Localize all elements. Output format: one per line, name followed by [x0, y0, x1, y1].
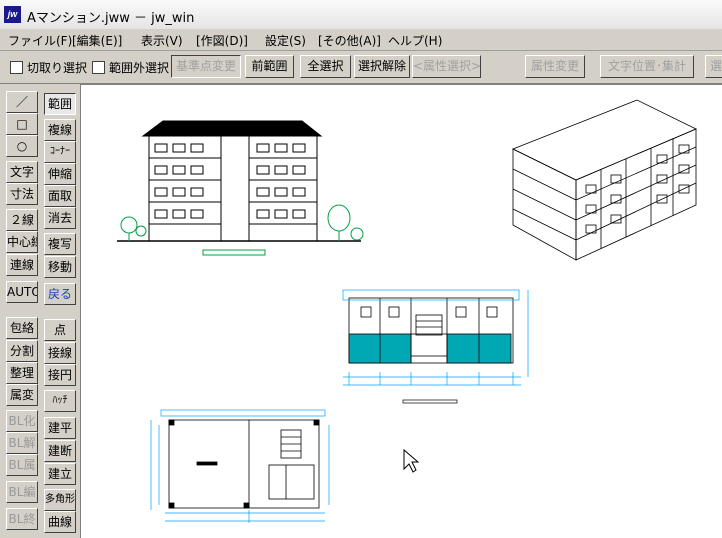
tool-chamfer[interactable]: 面取	[44, 185, 76, 207]
ground-floor-plan-drawing	[168, 419, 320, 509]
drawing-svg	[117, 99, 697, 523]
menu-view[interactable]: 表示(V)	[141, 32, 183, 49]
menu-settings[interactable]: 設定(S)	[265, 32, 306, 49]
tool-divide[interactable]: 分割	[6, 340, 38, 362]
tool-erase[interactable]: 消去	[44, 207, 76, 229]
tool-circle[interactable]: ○	[6, 135, 38, 157]
prev-range-button[interactable]: 前範囲	[245, 55, 294, 78]
drawing-canvas[interactable]	[80, 84, 722, 538]
tool-move[interactable]: 移動	[44, 256, 76, 278]
attr-select-button[interactable]: <属性選択>	[412, 55, 481, 78]
outside-select-checkbox[interactable]	[92, 61, 105, 74]
tool-double-line[interactable]: ２線	[6, 209, 38, 231]
tool-hatch[interactable]: ﾊｯﾁ	[44, 390, 76, 412]
floor-plan-drawing	[348, 297, 514, 364]
tool-continuous-line[interactable]: 連線	[6, 254, 38, 276]
tool-polygon[interactable]: 多角形	[44, 489, 76, 511]
clear-selection-button[interactable]: 選択解除	[354, 55, 410, 78]
tool-block-make[interactable]: BL化	[6, 410, 38, 432]
tool-point[interactable]: 点	[44, 319, 76, 341]
window-title: Aマンション.jww － jw_win	[27, 11, 195, 26]
tool-dimension[interactable]: 寸法	[6, 183, 38, 205]
tool-block-end[interactable]: BL終	[6, 508, 38, 530]
cut-end-button[interactable]: 選	[705, 55, 722, 78]
tool-auto[interactable]: AUTO	[6, 281, 38, 303]
menu-file[interactable]: ファイル(F)	[8, 32, 72, 49]
tool-block-edit[interactable]: BL編	[6, 481, 38, 503]
menu-edit[interactable]: [編集(E)]	[72, 32, 122, 49]
front-elevation-drawing	[117, 120, 361, 242]
tool-parallel[interactable]: 複線	[44, 119, 76, 141]
tool-block-release[interactable]: BL解	[6, 432, 38, 454]
menu-other[interactable]: [その他(A)]	[318, 32, 381, 49]
tool-palette: ／ □ ○ 文字 寸法 ２線 中心線 連線 AUTO 包絡 分割 整理 属変 B…	[0, 84, 80, 537]
tool-text[interactable]: 文字	[6, 161, 38, 183]
jw-app-icon: jw	[4, 6, 21, 23]
tool-building-section[interactable]: 建断	[44, 440, 76, 462]
isometric-building-drawing	[512, 99, 697, 261]
cut-select-label: 切取り選択	[27, 61, 88, 75]
base-point-button[interactable]: 基準点変更	[171, 55, 241, 78]
menu-bar: ファイル(F) [編集(E)] 表示(V) [作図(D)] 設定(S) [その他…	[0, 29, 722, 51]
tool-curve[interactable]: 曲線	[44, 511, 76, 533]
mouse-cursor-icon	[403, 448, 420, 473]
tool-line[interactable]: ／	[6, 91, 38, 113]
menu-help[interactable]: ヘルプ(H)	[388, 32, 442, 49]
tool-building-elevation[interactable]: 建立	[44, 463, 76, 485]
tool-cleanup[interactable]: 整理	[6, 362, 38, 384]
select-all-button[interactable]: 全選択	[300, 55, 351, 78]
cut-select-checkbox[interactable]	[10, 61, 23, 74]
menu-draw[interactable]: [作図(D)]	[196, 32, 248, 49]
text-position-button[interactable]: 文字位置･集計	[600, 55, 694, 78]
tool-range[interactable]: 範囲	[44, 93, 76, 115]
selection-toolbar: 切取り選択 範囲外選択 基準点変更 前範囲 全選択 選択解除 <属性選択> 属性…	[0, 51, 722, 84]
tool-tangent-circle[interactable]: 接円	[44, 364, 76, 386]
tool-tangent-line[interactable]: 接線	[44, 342, 76, 364]
tool-corner[interactable]: ｺｰﾅｰ	[44, 141, 76, 163]
tool-stretch[interactable]: 伸縮	[44, 163, 76, 185]
outside-select-label: 範囲外選択	[109, 61, 170, 75]
tool-envelope[interactable]: 包絡	[6, 317, 38, 339]
tool-attr-change[interactable]: 属変	[6, 384, 38, 406]
attr-change-button[interactable]: 属性変更	[525, 55, 585, 78]
tool-block-attr[interactable]: BL属	[6, 454, 38, 476]
tool-undo[interactable]: 戻る	[44, 283, 76, 305]
tool-rectangle[interactable]: □	[6, 113, 38, 135]
title-bar: jw Aマンション.jww － jw_win	[0, 0, 722, 30]
tool-copy[interactable]: 複写	[44, 233, 76, 255]
tool-center-line[interactable]: 中心線	[6, 231, 38, 253]
tool-building-plan[interactable]: 建平	[44, 417, 76, 439]
ground-floor-dimensions	[150, 409, 330, 523]
